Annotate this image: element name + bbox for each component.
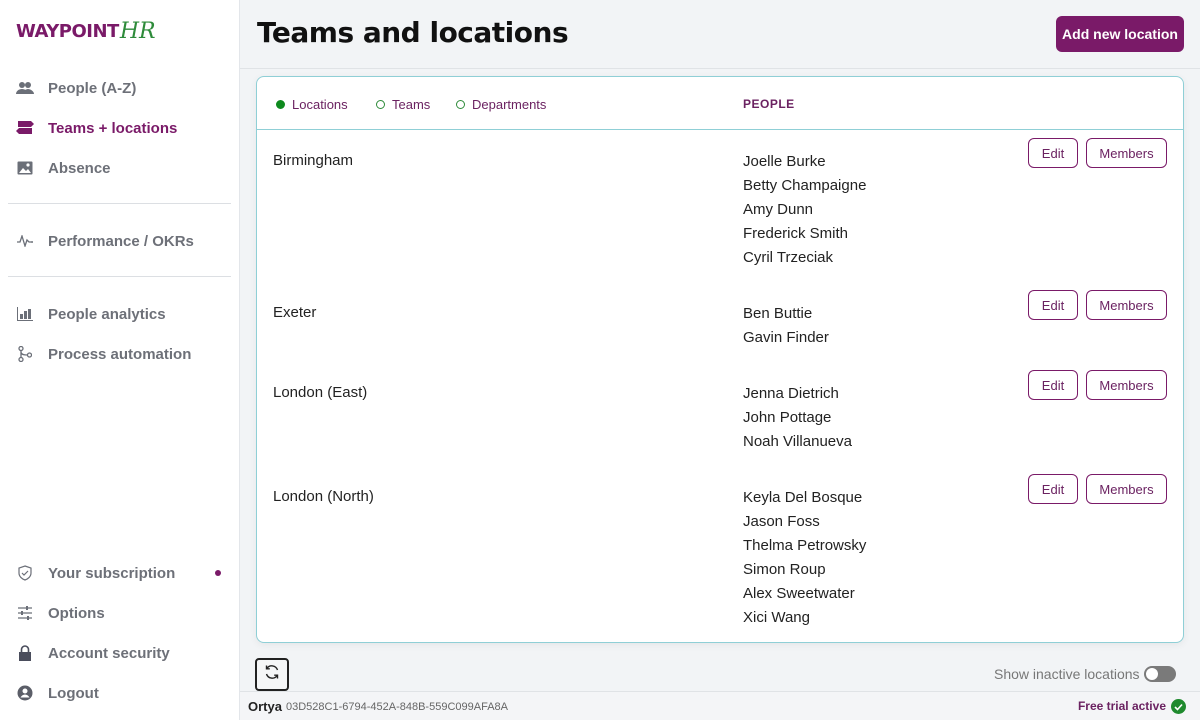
filter-label: Departments <box>472 97 546 112</box>
notification-dot <box>215 570 221 576</box>
bar-chart-icon <box>16 305 34 323</box>
edit-button[interactable]: Edit <box>1028 290 1078 320</box>
radio-icon[interactable] <box>456 100 465 109</box>
pulse-icon <box>16 232 34 250</box>
lock-icon <box>16 644 34 662</box>
trial-status[interactable]: Free trial active <box>1078 699 1166 713</box>
sidebar-item-label: Options <box>48 605 105 622</box>
person-name: Noah Villanueva <box>743 430 852 454</box>
sidebar-item-label: Logout <box>48 685 99 702</box>
filter-departments[interactable]: Departments <box>456 97 546 112</box>
sidebar-item-label: Teams + locations <box>48 120 177 137</box>
flow-icon <box>16 345 34 363</box>
show-inactive-toggle[interactable] <box>1144 666 1176 682</box>
people-icon <box>16 79 34 97</box>
sidebar-item-people[interactable]: People (A-Z) <box>0 70 239 106</box>
person-name: Ben Buttie <box>743 302 829 326</box>
sidebar: WAYPOINT HR People (A-Z) Teams + locatio… <box>0 0 240 720</box>
sidebar-item-process-automation[interactable]: Process automation <box>0 336 239 372</box>
person-name: Joelle Burke <box>743 150 866 174</box>
person-name: Thelma Petrowsky <box>743 534 866 558</box>
sidebar-item-label: Process automation <box>48 346 191 363</box>
location-name: Birmingham <box>273 152 353 169</box>
locations-card: Locations Teams Departments PEOPLE Birmi… <box>256 76 1184 643</box>
sidebar-item-logout[interactable]: Logout <box>0 675 239 711</box>
toggle-knob <box>1146 668 1158 680</box>
person-name: Betty Champaigne <box>743 174 866 198</box>
user-circle-icon <box>16 684 34 702</box>
header-divider <box>240 68 1200 69</box>
radio-selected-icon[interactable] <box>276 100 285 109</box>
shield-check-icon <box>16 564 34 582</box>
footer: Ortya 03D528C1-6794-452A-848B-559C099AFA… <box>240 691 1200 720</box>
filter-label: Teams <box>392 97 430 112</box>
sidebar-item-account-security[interactable]: Account security <box>0 635 239 671</box>
person-name: Jenna Dietrich <box>743 382 852 406</box>
sidebar-item-label: People (A-Z) <box>48 80 136 97</box>
filter-label: Locations <box>292 97 348 112</box>
refresh-icon <box>264 664 280 685</box>
person-name: Jason Foss <box>743 510 866 534</box>
person-name: Frederick Smith <box>743 222 866 246</box>
card-header: Locations Teams Departments PEOPLE <box>257 77 1183 130</box>
signpost-icon <box>16 119 34 137</box>
image-icon <box>16 159 34 177</box>
person-name: Xici Wang <box>743 606 866 630</box>
person-name: Cyril Trzeciak <box>743 246 866 270</box>
location-name: Exeter <box>273 304 316 321</box>
sidebar-item-options[interactable]: Options <box>0 595 239 631</box>
person-name: Keyla Del Bosque <box>743 486 866 510</box>
refresh-button[interactable] <box>255 658 289 691</box>
person-name: Amy Dunn <box>743 198 866 222</box>
check-circle-icon <box>1171 699 1186 714</box>
sidebar-item-absence[interactable]: Absence <box>0 150 239 186</box>
people-column-header: PEOPLE <box>743 97 795 111</box>
org-id: 03D528C1-6794-452A-848B-559C099AFA8A <box>286 701 508 713</box>
show-inactive-label: Show inactive locations <box>994 666 1140 682</box>
show-inactive-control: Show inactive locations <box>994 666 1176 682</box>
page-title: Teams and locations <box>257 16 568 49</box>
sidebar-item-subscription[interactable]: Your subscription <box>0 555 239 591</box>
filter-locations[interactable]: Locations <box>276 97 348 112</box>
people-list: Joelle Burke Betty Champaigne Amy Dunn F… <box>743 150 866 270</box>
person-name: Gavin Finder <box>743 326 829 350</box>
person-name: Alex Sweetwater <box>743 582 866 606</box>
logo-text: WAYPOINT <box>16 21 119 42</box>
app-logo[interactable]: WAYPOINT HR <box>16 16 156 46</box>
location-name: London (North) <box>273 488 374 505</box>
sidebar-item-label: Your subscription <box>48 565 175 582</box>
edit-button[interactable]: Edit <box>1028 474 1078 504</box>
person-name: John Pottage <box>743 406 852 430</box>
sidebar-item-people-analytics[interactable]: People analytics <box>0 296 239 332</box>
sidebar-item-teams-locations[interactable]: Teams + locations <box>0 110 239 146</box>
person-name: Simon Roup <box>743 558 866 582</box>
location-name: London (East) <box>273 384 367 401</box>
radio-icon[interactable] <box>376 100 385 109</box>
logo-accent: HR <box>120 19 156 44</box>
sidebar-item-label: Performance / OKRs <box>48 233 194 250</box>
sidebar-divider <box>8 203 231 204</box>
sidebar-item-label: Absence <box>48 160 111 177</box>
sidebar-item-label: Account security <box>48 645 170 662</box>
filter-teams[interactable]: Teams <box>376 97 430 112</box>
sidebar-item-label: People analytics <box>48 306 166 323</box>
sidebar-item-performance[interactable]: Performance / OKRs <box>0 223 239 259</box>
people-list: Jenna Dietrich John Pottage Noah Villanu… <box>743 382 852 454</box>
members-button[interactable]: Members <box>1086 138 1167 168</box>
members-button[interactable]: Members <box>1086 290 1167 320</box>
people-list: Ben Buttie Gavin Finder <box>743 302 829 350</box>
people-list: Keyla Del Bosque Jason Foss Thelma Petro… <box>743 486 866 630</box>
add-new-location-button[interactable]: Add new location <box>1056 16 1184 52</box>
org-name: Ortya <box>248 699 282 714</box>
edit-button[interactable]: Edit <box>1028 370 1078 400</box>
members-button[interactable]: Members <box>1086 370 1167 400</box>
sliders-icon <box>16 604 34 622</box>
members-button[interactable]: Members <box>1086 474 1167 504</box>
sidebar-divider <box>8 276 231 277</box>
edit-button[interactable]: Edit <box>1028 138 1078 168</box>
